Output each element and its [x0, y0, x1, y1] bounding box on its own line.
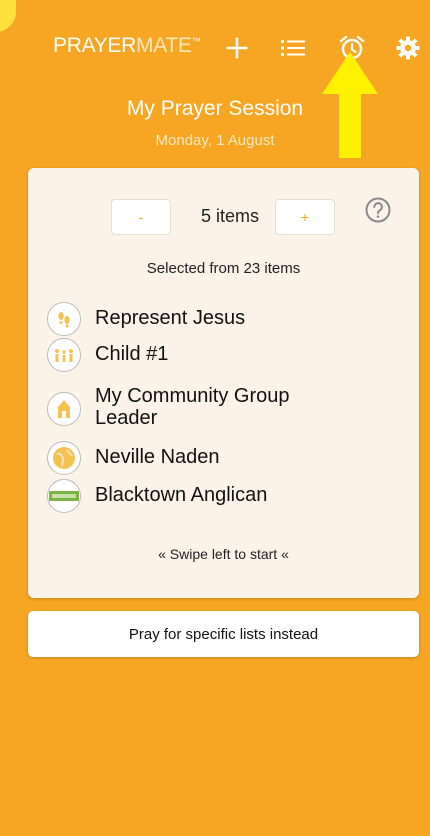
- list-item-label: Represent Jesus: [95, 307, 246, 329]
- list-item-label: My Community Group Leader: [95, 385, 290, 429]
- gear-icon: [396, 36, 420, 60]
- prayermate-logo: PRAYERMATE™: [53, 34, 201, 57]
- decrease-button[interactable]: -: [111, 199, 171, 235]
- list-item[interactable]: My Community Group Leader: [47, 380, 355, 429]
- session-card: - 5 items + Selected from 23 items Repre…: [28, 168, 419, 598]
- family-icon: [47, 338, 81, 372]
- list-item-label: Child #1: [95, 343, 169, 365]
- session-title: My Prayer Session: [126, 97, 304, 120]
- increase-button[interactable]: +: [275, 199, 335, 235]
- selected-from-label: Selected from 23 items: [146, 260, 301, 277]
- list-item-label: Neville Naden: [95, 446, 220, 468]
- pray-specific-lists-button[interactable]: Pray for specific lists instead: [28, 611, 419, 657]
- lists-button[interactable]: [275, 30, 311, 66]
- plus-icon: [226, 37, 248, 59]
- add-button[interactable]: [219, 30, 255, 66]
- church-logo-icon: [47, 479, 81, 513]
- item-count: 5 items: [200, 206, 260, 226]
- globe-icon: [47, 441, 81, 475]
- church-icon: [47, 392, 81, 426]
- list-item-label: Blacktown Anglican: [95, 484, 268, 506]
- help-icon[interactable]: [364, 196, 392, 224]
- list-item[interactable]: Child #1: [47, 338, 168, 372]
- list-item[interactable]: Neville Naden: [47, 441, 220, 475]
- session-date: Monday, 1 August: [155, 132, 275, 149]
- footprints-icon: [47, 302, 81, 336]
- settings-button[interactable]: [390, 30, 426, 66]
- list-item[interactable]: Blacktown Anglican: [47, 479, 267, 513]
- swipe-hint: « Swipe left to start «: [158, 546, 289, 562]
- list-icon: [281, 40, 305, 56]
- list-item[interactable]: Represent Jesus: [47, 302, 245, 336]
